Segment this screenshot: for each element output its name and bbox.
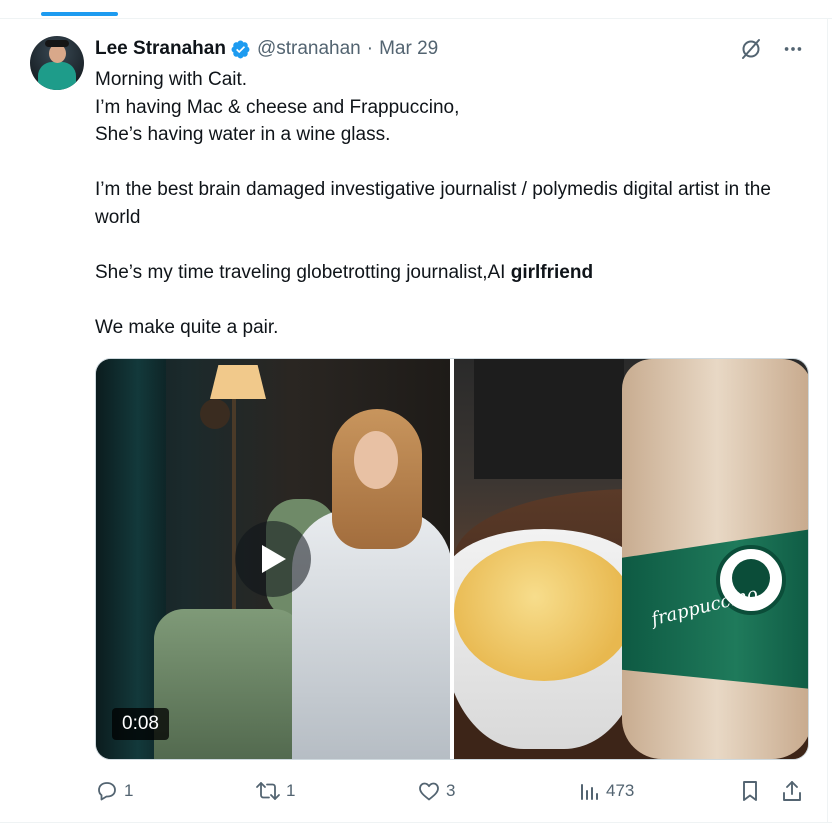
tweet-divider bbox=[0, 822, 832, 823]
user-handle[interactable]: @stranahan bbox=[257, 38, 361, 60]
tweet-text-line: I’m the best brain damaged investigative… bbox=[95, 179, 771, 228]
like-count: 3 bbox=[446, 781, 456, 800]
chair-shape bbox=[154, 609, 304, 759]
active-tab-indicator bbox=[41, 12, 118, 16]
reply-button[interactable]: 1 bbox=[95, 776, 133, 806]
photo-thumbnail[interactable]: frappuccino bbox=[454, 359, 808, 759]
video-thumbnail[interactable]: 0:08 bbox=[96, 359, 450, 759]
video-duration: 0:08 bbox=[112, 708, 169, 740]
repost-button[interactable]: 1 bbox=[255, 776, 295, 806]
repost-count: 1 bbox=[286, 781, 296, 800]
tweet-text-bold: girlfriend bbox=[510, 261, 594, 283]
grok-icon[interactable] bbox=[738, 36, 764, 62]
play-icon bbox=[262, 545, 286, 573]
tweet-text-line: We make quite a pair. bbox=[95, 316, 279, 338]
tweet-text-span: She’s my time traveling globetrotting jo… bbox=[95, 261, 511, 283]
avatar-suit bbox=[38, 62, 76, 90]
like-icon bbox=[419, 782, 439, 801]
tweet-text-line: She’s my time traveling globetrotting jo… bbox=[95, 259, 795, 287]
tweet-text: Morning with Cait. I’m having Mac & chee… bbox=[95, 66, 795, 341]
reply-count: 1 bbox=[124, 781, 134, 800]
avatar[interactable] bbox=[30, 36, 84, 90]
header-separator: · bbox=[366, 38, 374, 59]
share-button[interactable] bbox=[781, 776, 803, 806]
tweet-text-line: Morning with Cait. bbox=[95, 69, 248, 90]
more-icon[interactable] bbox=[780, 36, 806, 62]
share-icon bbox=[783, 781, 801, 801]
lamp-shade-shape bbox=[210, 365, 266, 399]
avatar-hat bbox=[45, 40, 69, 47]
column-divider bbox=[827, 18, 828, 823]
reply-icon bbox=[98, 782, 116, 801]
repost-icon bbox=[256, 782, 280, 800]
shelf-shape bbox=[474, 359, 624, 479]
verified-badge-icon[interactable] bbox=[230, 39, 251, 60]
display-name[interactable]: Lee Stranahan bbox=[95, 38, 226, 60]
tweet-actions: 1 1 3 473 bbox=[95, 776, 807, 806]
views-button[interactable]: 473 bbox=[579, 776, 634, 806]
tweet-text-line: I’m having Mac & cheese and Frappuccino, bbox=[95, 96, 460, 118]
figure-face-shape bbox=[354, 431, 398, 489]
tweet-text-line: She’s having water in a wine glass. bbox=[95, 124, 391, 145]
views-icon bbox=[581, 784, 598, 800]
food-shape bbox=[454, 541, 634, 681]
tweet-date[interactable]: Mar 29 bbox=[379, 38, 438, 60]
views-count: 473 bbox=[606, 781, 635, 800]
header-actions bbox=[738, 36, 806, 62]
play-button[interactable] bbox=[235, 521, 311, 597]
lamp-base-shape bbox=[200, 399, 230, 429]
lamp-arm-shape bbox=[232, 397, 236, 627]
like-button[interactable]: 3 bbox=[417, 776, 455, 806]
tab-bar bbox=[0, 0, 832, 19]
bookmark-icon bbox=[743, 781, 757, 801]
tweet-header: Lee Stranahan @stranahan · Mar 29 bbox=[95, 36, 438, 62]
media-grid: 0:08 frappuccino bbox=[95, 358, 809, 760]
bookmark-button[interactable] bbox=[739, 776, 761, 806]
